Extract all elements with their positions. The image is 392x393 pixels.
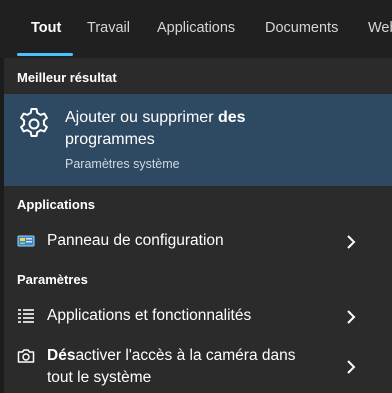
apps-section-header: Applications [17, 197, 96, 212]
list-item-label-line2: tout le système [47, 369, 152, 386]
search-tabs-bar: Tout Travail Applications Documents Web [0, 0, 392, 58]
left-edge [0, 0, 4, 393]
best-match-item[interactable]: Ajouter ou supprimer des programmes Para… [4, 94, 392, 186]
search-results-panel: Tout Travail Applications Documents Web … [0, 0, 392, 393]
list-icon [18, 309, 34, 323]
gear-icon [20, 108, 48, 137]
chevron-right-icon [347, 310, 356, 324]
list-item-label-bold: Dés [47, 347, 76, 364]
list-item-label-rest: activer l'accès à la caméra dans [75, 347, 296, 364]
active-tab-indicator [17, 53, 73, 56]
best-match-subtitle: Paramètres système [65, 157, 180, 171]
best-match-title-line2: programmes [65, 131, 155, 148]
best-match-title-part: Ajouter ou supprimer [65, 109, 218, 126]
list-item-label: Applications et fonctionnalités [47, 307, 252, 324]
best-match-title-bold: des [217, 109, 246, 126]
list-item-applications-et-fonctionnalites[interactable]: Applications et fonctionnalités [4, 304, 392, 330]
list-item-label: Désactiver l'accès à la caméra dans tout… [47, 345, 337, 389]
list-item-panneau-de-configuration[interactable]: Panneau de configuration [4, 229, 392, 255]
list-item-label: Panneau de configuration [47, 232, 224, 249]
tab-applications[interactable]: Applications [157, 20, 235, 36]
best-match-header: Meilleur résultat [17, 70, 117, 85]
control-panel-icon [17, 235, 35, 247]
chevron-right-icon [347, 360, 356, 374]
best-match-title: Ajouter ou supprimer des programmes [65, 107, 365, 151]
settings-section-header: Paramètres [17, 272, 88, 287]
camera-icon [17, 349, 35, 363]
tab-tout[interactable]: Tout [31, 20, 61, 36]
tab-travail[interactable]: Travail [87, 20, 130, 36]
list-item-camera-access[interactable]: Désactiver l'accès à la caméra dans tout… [4, 344, 392, 390]
tab-documents[interactable]: Documents [265, 20, 338, 36]
tab-web[interactable]: Web [368, 20, 392, 36]
chevron-right-icon [347, 235, 356, 249]
